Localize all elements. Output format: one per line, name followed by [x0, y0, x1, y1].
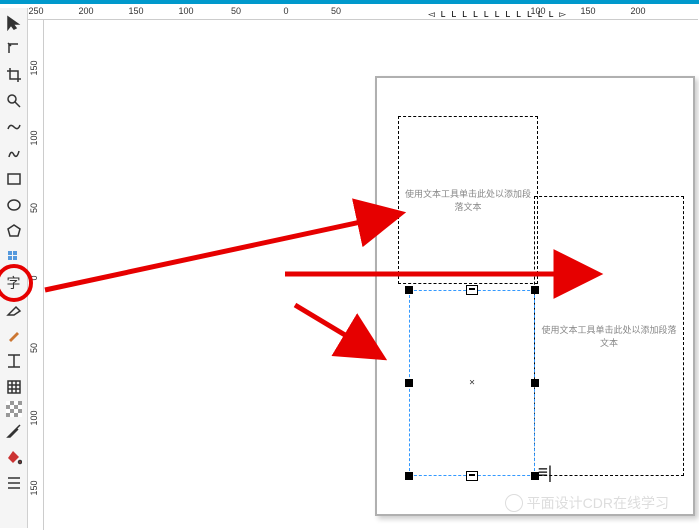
handle-mid-right[interactable]	[531, 379, 539, 387]
rectangle-tool[interactable]	[2, 167, 26, 191]
smart-drawing-tool[interactable]	[2, 141, 26, 165]
freehand-tool[interactable]	[2, 115, 26, 139]
watermark: 平面设计CDR在线学习	[505, 493, 669, 513]
smudge-tool[interactable]	[2, 323, 26, 347]
transparency-tool[interactable]	[6, 401, 22, 417]
text-flow-out[interactable]	[466, 471, 478, 481]
graph-paper-tool[interactable]	[2, 245, 26, 269]
handle-top-left[interactable]	[405, 286, 413, 294]
text-frame-1[interactable]: 使用文本工具单击此处以添加段落文本	[398, 116, 538, 284]
tab-markers: ◅ L L L L L L L L L L L ▻	[428, 10, 566, 20]
selection-frame[interactable]: × ≡|	[409, 290, 535, 476]
center-marker: ×	[469, 378, 475, 389]
pick-tool[interactable]	[2, 11, 26, 35]
polygon-tool[interactable]	[2, 219, 26, 243]
horizontal-ruler[interactable]: 250 200 150 100 50 0 50 100 150 200 ◅ L …	[28, 4, 698, 20]
handle-bottom-left[interactable]	[405, 472, 413, 480]
handle-top-right[interactable]	[531, 286, 539, 294]
wechat-icon	[505, 494, 523, 512]
dimension-tool[interactable]	[2, 349, 26, 373]
connector-tool[interactable]	[2, 375, 26, 399]
text-flow-in[interactable]	[466, 285, 478, 295]
text-frame-2[interactable]: 使用文本工具单击此处以添加段落文本	[534, 196, 684, 476]
toolbox: 字	[0, 8, 28, 528]
eyedropper-tool[interactable]	[2, 419, 26, 443]
crop-tool[interactable]	[2, 63, 26, 87]
ellipse-tool[interactable]	[2, 193, 26, 217]
fill-tool[interactable]	[2, 445, 26, 469]
canvas[interactable]: 使用文本工具单击此处以添加段落文本 使用文本工具单击此处以添加段落文本 × ≡|	[44, 20, 699, 529]
watermark-text: 平面设计CDR在线学习	[527, 493, 669, 513]
vertical-ruler[interactable]: 150 100 50 0 50 100 150	[28, 20, 44, 530]
handle-mid-left[interactable]	[405, 379, 413, 387]
placeholder-text: 使用文本工具单击此处以添加段落文本	[403, 187, 533, 213]
eraser-tool[interactable]	[2, 297, 26, 321]
zoom-tool[interactable]	[2, 89, 26, 113]
text-insert-cursor: ≡|	[538, 462, 552, 483]
placeholder-text: 使用文本工具单击此处以添加段落文本	[539, 323, 679, 349]
text-tool[interactable]: 字	[2, 271, 26, 295]
shape-tool[interactable]	[2, 37, 26, 61]
outline-tool[interactable]	[2, 471, 26, 495]
